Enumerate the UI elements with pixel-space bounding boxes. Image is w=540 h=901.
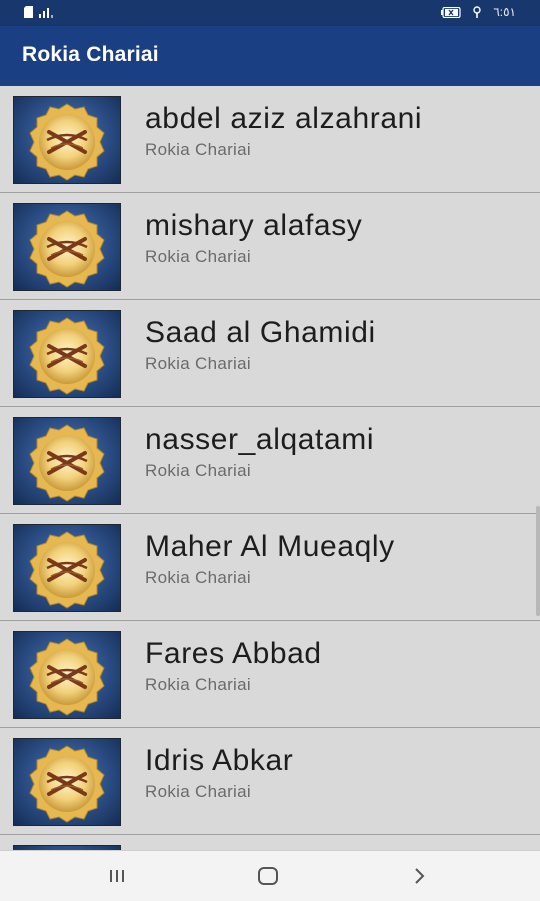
reciter-list[interactable]: abdel aziz alzahrani Rokia Chariai misha…	[0, 86, 540, 850]
quran-book-icon	[13, 310, 121, 398]
quran-book-icon	[13, 203, 121, 291]
list-item-subtitle: Rokia Chariai	[145, 461, 251, 480]
sim-card-icon	[24, 6, 33, 18]
list-item-title: mishary alafasy	[145, 209, 363, 242]
app-bar: Rokia Chariai	[0, 26, 540, 86]
status-time: ٦:٥١	[493, 5, 516, 19]
list-item-subtitle: Rokia Chariai	[145, 140, 251, 159]
list-item-title: Maher Al Mueaqly	[145, 530, 395, 563]
list-item-subtitle: Rokia Chariai	[145, 247, 251, 266]
app-title: Rokia Chariai	[22, 43, 159, 66]
quran-book-icon	[13, 96, 121, 184]
list-item-title: nasser_alqatami	[145, 423, 375, 456]
list-item-title: abdel aziz alzahrani	[145, 102, 423, 135]
status-right: ٦:٥١	[441, 5, 516, 19]
signal-icon	[39, 7, 53, 18]
recent-apps-button[interactable]	[102, 863, 132, 889]
back-icon	[415, 868, 425, 884]
recent-apps-icon	[110, 870, 124, 882]
quran-book-icon	[13, 524, 121, 612]
status-bar: ٦:٥١	[0, 0, 540, 26]
system-nav-bar	[0, 850, 540, 901]
list-item-partial[interactable]	[0, 835, 540, 850]
list-item-subtitle: Rokia Chariai	[145, 354, 251, 373]
list-item-subtitle: Rokia Chariai	[145, 782, 251, 801]
list-item-title: Fares Abbad	[145, 637, 322, 670]
list-item-subtitle: Rokia Chariai	[145, 675, 251, 694]
list-item[interactable]: Idris Abkar Rokia Chariai	[0, 728, 540, 835]
wifi-icon	[473, 6, 482, 18]
list-item-subtitle: Rokia Chariai	[145, 568, 251, 587]
quran-book-icon	[13, 417, 121, 505]
list-item[interactable]: nasser_alqatami Rokia Chariai	[0, 407, 540, 514]
home-icon	[258, 867, 278, 885]
home-button[interactable]	[253, 863, 283, 889]
list-item[interactable]: abdel aziz alzahrani Rokia Chariai	[0, 86, 540, 193]
list-item[interactable]: mishary alafasy Rokia Chariai	[0, 193, 540, 300]
back-button[interactable]	[404, 863, 434, 889]
quran-book-icon	[13, 738, 121, 826]
list-item[interactable]: Saad al Ghamidi Rokia Chariai	[0, 300, 540, 407]
scrollbar[interactable]	[536, 506, 540, 616]
list-item-title: Saad al Ghamidi	[145, 316, 376, 349]
quran-book-icon	[13, 631, 121, 719]
battery-icon	[441, 6, 461, 18]
list-item[interactable]: Maher Al Mueaqly Rokia Chariai	[0, 514, 540, 621]
list-item[interactable]: Fares Abbad Rokia Chariai	[0, 621, 540, 728]
list-item-title: Idris Abkar	[145, 744, 294, 777]
status-left	[24, 6, 53, 18]
